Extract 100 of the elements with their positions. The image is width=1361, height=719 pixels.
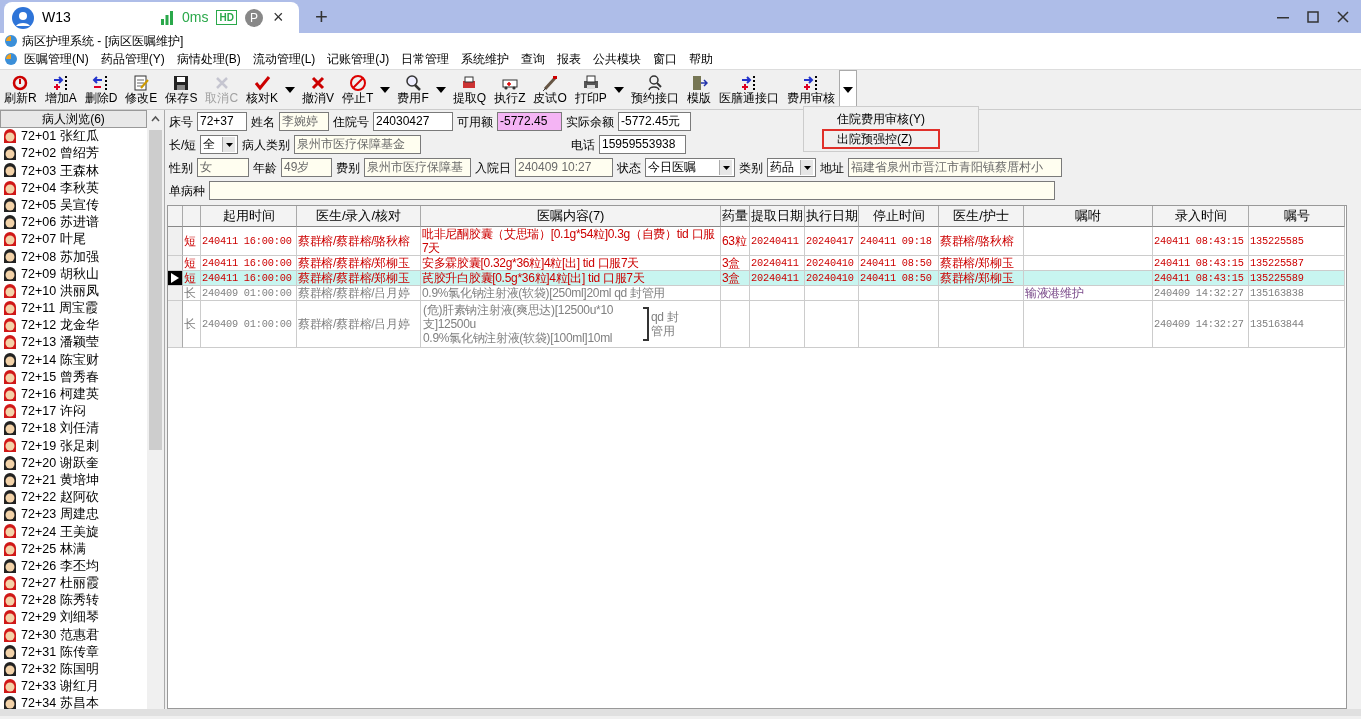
bed-number[interactable]: 72+02 — [21, 144, 57, 164]
scroll-up-icon[interactable] — [147, 110, 164, 128]
menu-item[interactable]: 医嘱管理(N) — [18, 50, 95, 68]
bed-number[interactable]: 72+09 — [21, 264, 57, 284]
input-field[interactable]: 泉州市医疗保障基 — [364, 158, 471, 177]
menu-item[interactable]: 公共模块 — [587, 50, 648, 68]
column-header[interactable]: 医生/录入/核对 — [297, 206, 421, 227]
column-header[interactable]: 药量 — [721, 206, 750, 227]
patient-name[interactable]: 黄培坤 — [60, 470, 100, 490]
bed-number[interactable]: 72+17 — [21, 402, 57, 421]
bed-number[interactable]: 72+03 — [21, 161, 57, 181]
maximize-icon[interactable] — [1307, 10, 1319, 23]
toolbar-button[interactable]: 增加A — [40, 70, 81, 109]
toolbar-button[interactable]: 删除D — [80, 70, 122, 109]
dropdown-field[interactable]: 药品 — [767, 158, 816, 177]
input-field[interactable]: 24030427 — [373, 112, 453, 131]
bed-number[interactable]: 72+26 — [21, 556, 57, 576]
menu-item[interactable]: 查询 — [515, 50, 552, 68]
new-tab-button[interactable]: + — [309, 0, 334, 34]
menu-item[interactable]: 记账管理(J) — [321, 50, 396, 68]
profile-badge[interactable]: P — [244, 8, 263, 27]
patient-name[interactable]: 王森林 — [60, 161, 100, 181]
menu-item[interactable]: 药品管理(Y) — [94, 50, 171, 68]
bed-number[interactable]: 72+20 — [21, 453, 57, 473]
bed-number[interactable]: 72+10 — [21, 281, 57, 301]
toolbar-button[interactable]: 模版 — [682, 70, 715, 109]
patient-name[interactable]: 潘颖莹 — [60, 333, 100, 353]
toolbar-button[interactable]: 撤消V — [298, 70, 339, 109]
column-header[interactable]: 医嘱内容(7) — [421, 206, 721, 227]
menu-item[interactable]: 日常管理 — [395, 50, 456, 68]
column-header[interactable]: 嘱咐 — [1024, 206, 1153, 227]
input-field[interactable]: 泉州市医疗保障基金 — [294, 135, 422, 154]
bed-number[interactable]: 72+04 — [21, 178, 57, 198]
column-header[interactable]: 停止时间 — [859, 206, 939, 227]
menu-item[interactable]: 窗口 — [647, 50, 684, 68]
toolbar-button[interactable]: 提取Q — [448, 70, 491, 109]
toolbar-button[interactable]: 费用F — [393, 70, 433, 109]
bed-number[interactable]: 72+33 — [21, 677, 57, 696]
bed-number[interactable]: 72+25 — [21, 539, 57, 559]
patient-name[interactable]: 赵阿砍 — [60, 488, 100, 507]
bed-number[interactable]: 72+16 — [21, 385, 57, 404]
patient-name[interactable]: 李秋英 — [60, 178, 100, 198]
patient-name[interactable]: 吴宣传 — [60, 195, 100, 215]
patient-name[interactable]: 胡秋山 — [60, 264, 100, 284]
patient-name[interactable]: 苏进谱 — [60, 213, 100, 232]
patient-name[interactable]: 张红瓜 — [60, 128, 100, 146]
patient-name[interactable]: 苏加强 — [60, 247, 100, 267]
toolbar-button[interactable]: 费用审核 — [782, 70, 839, 109]
patient-name[interactable]: 张足刺 — [60, 436, 100, 456]
column-header[interactable]: 录入时间 — [1153, 206, 1249, 227]
patient-name[interactable]: 范惠君 — [60, 625, 100, 645]
patient-name[interactable]: 谢跃奎 — [60, 453, 100, 473]
bed-number[interactable]: 72+24 — [21, 522, 57, 542]
input-field[interactable]: 72+37 — [197, 112, 247, 131]
bed-number[interactable]: 72+22 — [21, 488, 57, 507]
patient-name[interactable]: 刘细琴 — [60, 608, 100, 628]
close-tab-button[interactable]: × — [270, 4, 286, 31]
scrollbar-thumb[interactable] — [149, 130, 162, 450]
column-header[interactable]: 嘱号 — [1249, 206, 1345, 227]
list-header[interactable]: 病人浏览(6) — [0, 110, 147, 128]
patient-name[interactable]: 叶尾 — [60, 230, 87, 250]
bed-number[interactable]: 72+23 — [21, 505, 57, 525]
patient-name[interactable]: 曾绍芳 — [60, 144, 100, 164]
patient-name[interactable]: 陈宝财 — [60, 350, 100, 370]
bed-number[interactable]: 72+12 — [21, 316, 57, 336]
bed-number[interactable]: 72+11 — [21, 299, 56, 318]
patient-name[interactable]: 林满 — [60, 539, 87, 559]
input-field[interactable]: 福建省泉州市晋江市青阳镇蔡厝村小 — [848, 158, 1062, 177]
bed-number[interactable]: 72+29 — [21, 608, 57, 628]
bed-number[interactable]: 72+15 — [21, 367, 57, 387]
column-header[interactable]: 提取日期 — [750, 206, 805, 227]
patient-name[interactable]: 陈秀转 — [60, 591, 100, 611]
browser-tab[interactable]: W13 0ms HD P × — [4, 2, 299, 33]
patient-name[interactable]: 陈国明 — [60, 660, 100, 679]
patient-name[interactable]: 周建忠 — [60, 505, 100, 525]
toolbar-button[interactable]: 医膳通接口 — [714, 70, 783, 109]
menu-item[interactable]: 系统维护 — [455, 50, 516, 68]
toolbar-button[interactable]: 修改E — [121, 70, 162, 109]
bed-number[interactable]: 72+34 — [21, 694, 57, 709]
menu-item[interactable]: 报表 — [551, 50, 588, 68]
bed-number[interactable]: 72+07 — [21, 230, 57, 250]
toolbar-button[interactable]: 皮试O — [529, 70, 571, 109]
bed-number[interactable]: 72+28 — [21, 591, 57, 611]
close-icon[interactable] — [1337, 10, 1349, 23]
patient-name[interactable]: 曾秀春 — [60, 367, 100, 387]
toolbar-button[interactable]: 打印P — [570, 70, 611, 109]
input-field[interactable]: -5772.45 — [497, 112, 562, 131]
patient-name[interactable]: 周宝霞 — [59, 299, 99, 318]
column-header[interactable]: 医生/护士 — [939, 206, 1024, 227]
patient-name[interactable]: 王美旋 — [60, 522, 100, 542]
column-header[interactable]: 执行日期 — [805, 206, 859, 227]
menu-item[interactable]: 住院费用审核(Y) — [804, 109, 978, 129]
bed-number[interactable]: 72+19 — [21, 436, 57, 456]
dropdown-field[interactable]: 全 — [200, 135, 239, 154]
scrollbar[interactable] — [147, 128, 164, 709]
bed-number[interactable]: 72+18 — [21, 419, 57, 439]
bed-number[interactable]: 72+01 — [21, 128, 57, 146]
horizontal-scrollbar[interactable] — [0, 709, 1361, 716]
input-field[interactable]: -5772.45元 — [618, 112, 691, 131]
menu-item[interactable]: 出院预强控(Z) — [822, 129, 940, 149]
